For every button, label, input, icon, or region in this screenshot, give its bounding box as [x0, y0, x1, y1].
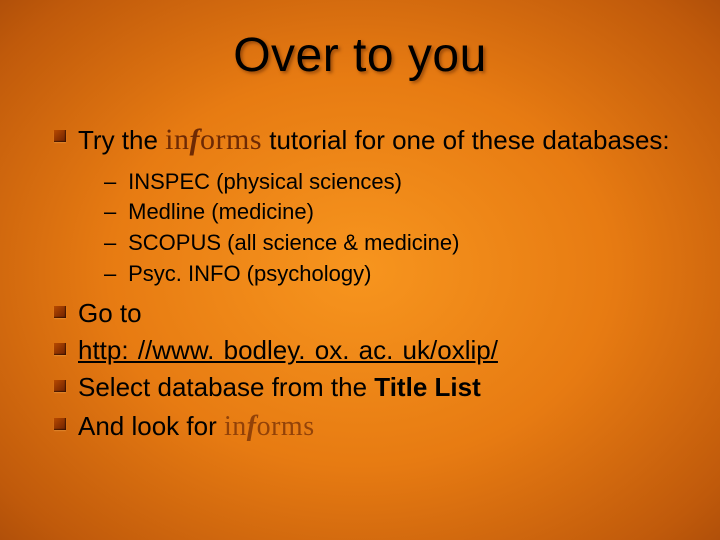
informs-in: in: [165, 123, 189, 156]
bullet-link: http: //www. bodley. ox. ac. uk/oxlip/: [78, 333, 680, 368]
dash-icon: –: [104, 197, 122, 227]
subitem-label: Medline (medicine): [128, 199, 314, 224]
dash-icon: –: [104, 228, 122, 258]
dash-icon: –: [104, 167, 122, 197]
bullet-4-bold: Title List: [374, 372, 480, 402]
subitem-scopus: – SCOPUS (all science & medicine): [104, 228, 680, 258]
dash-icon: –: [104, 259, 122, 289]
bullet-look-for: And look for informs: [78, 408, 680, 446]
subitem-inspec: – INSPEC (physical sciences): [104, 167, 680, 197]
informs-in: in: [224, 411, 247, 442]
square-bullet-icon: [54, 306, 66, 318]
bullet-go-to: Go to: [78, 296, 680, 331]
informs-f: f: [190, 123, 201, 156]
slide-content: Try the informs tutorial for one of thes…: [78, 120, 680, 447]
square-bullet-icon: [54, 130, 66, 142]
bullet-5-text: And look for: [78, 411, 224, 441]
bullet-2-text: Go to: [78, 298, 142, 328]
bullet-select-db: Select database from the Title List: [78, 370, 680, 405]
informs-logo: informs: [165, 123, 262, 156]
informs-orms: orms: [200, 123, 262, 156]
slide-title: Over to you: [0, 28, 720, 83]
subitem-label: INSPEC (physical sciences): [128, 169, 402, 194]
bullet-4-pre: Select database from the: [78, 372, 374, 402]
slide: Over to you Try the informs tutorial for…: [0, 0, 720, 540]
square-bullet-icon: [54, 418, 66, 430]
square-bullet-icon: [54, 380, 66, 392]
informs-orms: orms: [257, 411, 315, 442]
bullet-1-pre: Try the: [78, 125, 165, 155]
bullet-try-informs: Try the informs tutorial for one of thes…: [78, 120, 680, 161]
subitem-label: Psyc. INFO (psychology): [128, 261, 371, 286]
database-sublist: – INSPEC (physical sciences) – Medline (…: [104, 167, 680, 289]
informs-logo-small: informs: [224, 411, 315, 442]
subitem-psycinfo: – Psyc. INFO (psychology): [104, 259, 680, 289]
informs-f: f: [247, 411, 257, 442]
subitem-medline: – Medline (medicine): [104, 197, 680, 227]
square-bullet-icon: [54, 343, 66, 355]
bullet-1-post: tutorial for one of these databases:: [269, 125, 669, 155]
oxlip-link[interactable]: http: //www. bodley. ox. ac. uk/oxlip/: [78, 335, 498, 365]
subitem-label: SCOPUS (all science & medicine): [128, 230, 459, 255]
